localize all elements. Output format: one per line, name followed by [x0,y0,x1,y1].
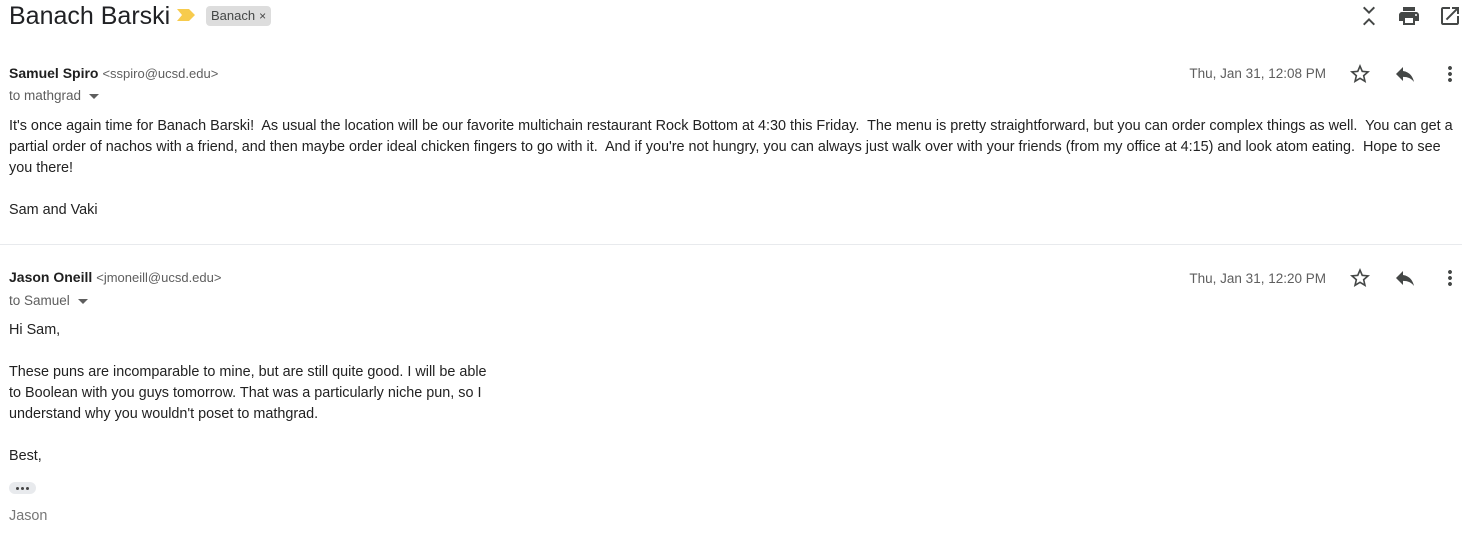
body-paragraph: Hi Sam, [9,322,61,338]
ellipsis-dot [21,486,24,490]
body-paragraph: These puns are incomparable to mine, but… [9,364,491,422]
sender[interactable]: Samuel Spiro <sspiro@ucsd.edu> [9,65,218,81]
message-date: Thu, Jan 31, 12:08 PM [1189,66,1326,81]
label-chip-text: Banach [211,8,256,23]
remove-label-icon[interactable]: × [259,9,266,23]
thread-subject: Banach Barski [9,2,171,30]
reply-icon[interactable] [1393,62,1417,86]
reply-icon[interactable] [1393,266,1417,290]
sender-email: <sspiro@ucsd.edu> [102,66,219,81]
sender[interactable]: Jason Oneill <jmoneill@ucsd.edu> [9,269,221,285]
sender-name: Samuel Spiro [9,65,99,81]
ellipsis-dot [16,486,19,490]
collapse-all-icon[interactable] [1357,4,1381,28]
recipients: to Samuel [9,293,88,308]
recipients-dropdown-icon[interactable] [77,298,88,304]
recipients-text: to Samuel [9,293,70,308]
star-icon[interactable] [1348,62,1372,86]
body-paragraph: It's once again time for Banach Barski! … [9,118,1457,176]
message-body: Hi Sam, These puns are incomparable to m… [9,320,499,467]
message-divider [0,244,1462,245]
body-paragraph: Sam and Vaki [9,202,98,218]
signature: Jason [9,508,48,524]
sender-email: <jmoneill@ucsd.edu> [96,270,222,285]
thread-header: Banach Barski Banach × [0,0,1470,34]
print-icon[interactable] [1397,4,1421,28]
recipients-dropdown-icon[interactable] [89,93,100,99]
label-chip: Banach × [206,6,272,26]
sender-name: Jason Oneill [9,269,93,285]
open-new-window-icon[interactable] [1438,4,1462,28]
message-date: Thu, Jan 31, 12:20 PM [1189,271,1326,286]
important-marker-icon[interactable] [176,8,196,22]
star-icon[interactable] [1348,266,1372,290]
more-options-icon[interactable] [1438,62,1462,86]
show-trimmed-content-button[interactable] [9,482,36,494]
more-options-icon[interactable] [1438,266,1462,290]
message-body: It's once again time for Banach Barski! … [9,116,1464,221]
recipients-text: to mathgrad [9,88,82,103]
ellipsis-dot [26,486,29,490]
body-paragraph: Best, [9,448,42,464]
recipients: to mathgrad [9,88,100,103]
